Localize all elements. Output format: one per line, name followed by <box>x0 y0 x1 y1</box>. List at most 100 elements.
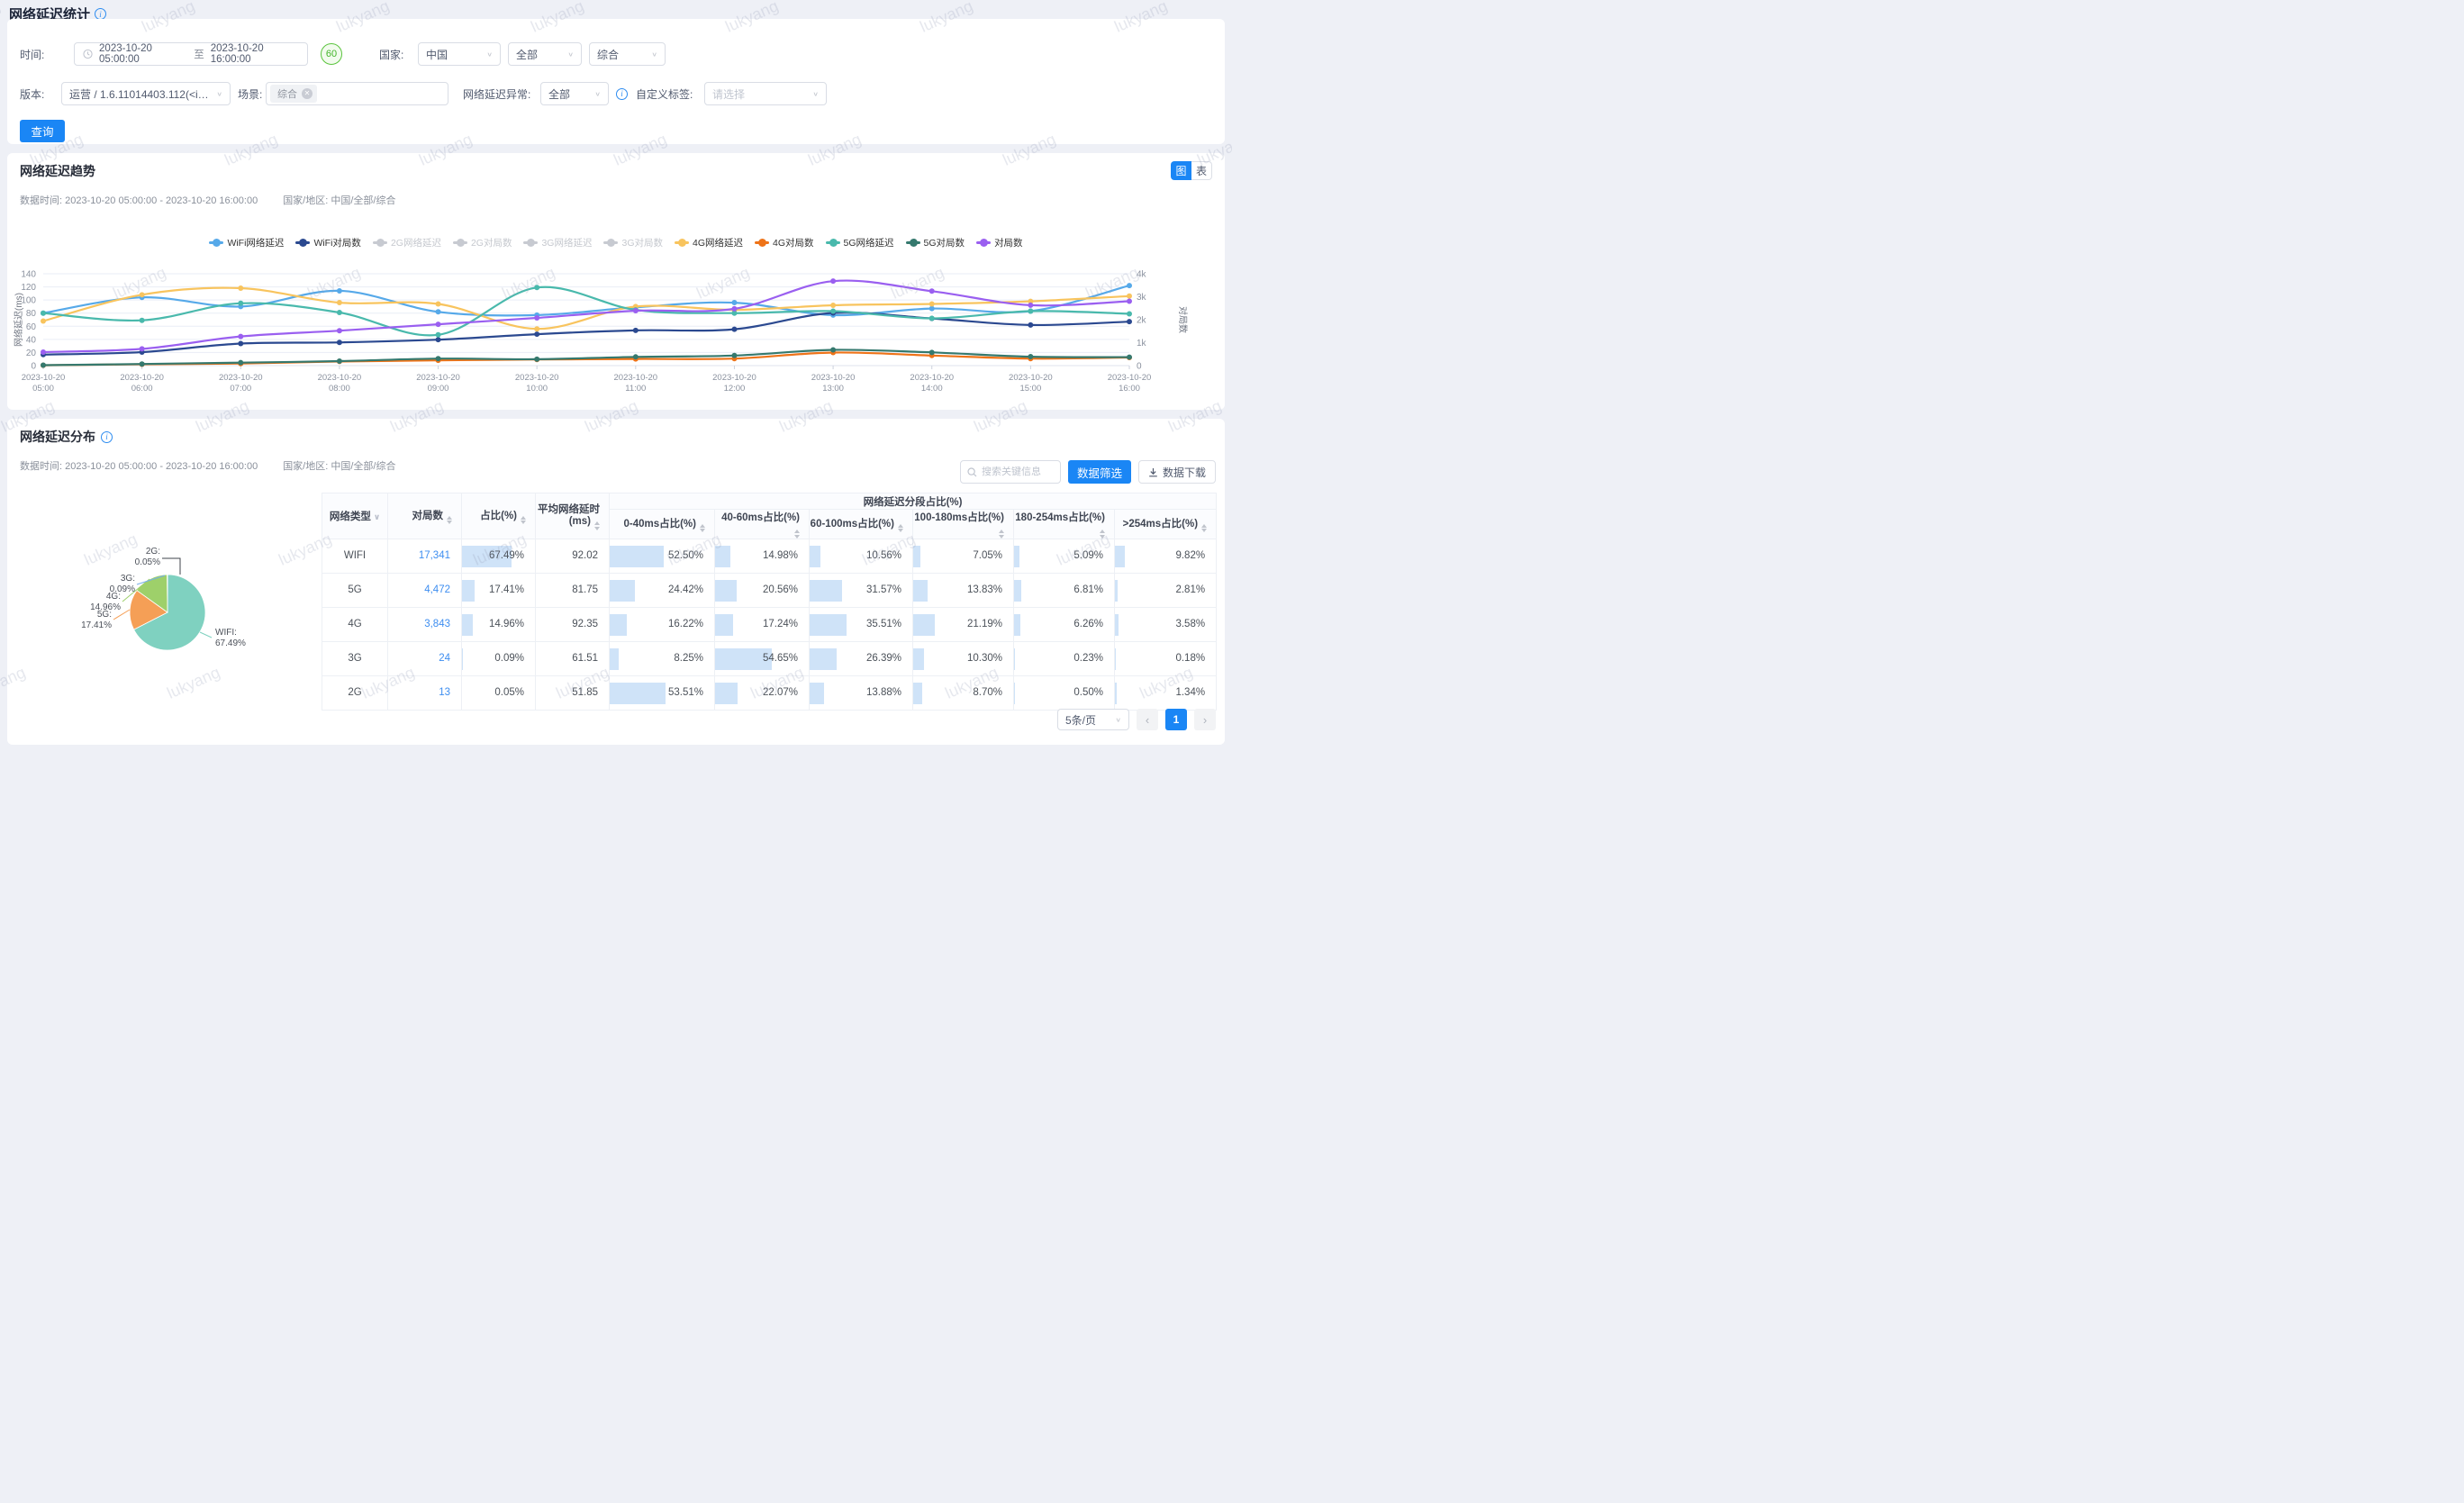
data-point-5G网络延迟[interactable] <box>830 309 836 314</box>
data-point-对局数[interactable] <box>337 328 342 333</box>
prev-page-button[interactable]: ‹ <box>1137 709 1158 730</box>
data-point-5G网络延迟[interactable] <box>929 316 935 321</box>
col-header-60-100ms[interactable]: 60-100ms占比(%) <box>810 510 913 539</box>
col-header-100-180ms[interactable]: 100-180ms占比(%) <box>913 510 1014 539</box>
data-point-对局数[interactable] <box>534 315 539 321</box>
cell-games-link[interactable]: 17,341 <box>388 539 462 573</box>
sort-icon[interactable] <box>898 524 903 533</box>
sort-icon[interactable] <box>794 530 800 539</box>
data-point-5G对局数[interactable] <box>633 354 639 359</box>
cell-games-link[interactable]: 4,472 <box>388 573 462 607</box>
network-type-pie-chart[interactable]: WIFI:67.49%5G:17.41%4G:14.96%3G:0.09%2G:… <box>58 534 355 719</box>
data-point-5G对局数[interactable] <box>534 357 539 362</box>
sort-icon[interactable] <box>999 530 1004 539</box>
cell-games-link[interactable]: 24 <box>388 641 462 675</box>
data-point-5G对局数[interactable] <box>337 358 342 364</box>
data-filter-button[interactable]: 数据筛选 <box>1068 460 1131 484</box>
legend-item-3G网络延迟[interactable]: 3G网络延迟 <box>523 236 592 249</box>
custom-tag-select[interactable]: 请选择∨ <box>704 82 827 105</box>
data-point-WiFi对局数[interactable] <box>1127 319 1132 324</box>
toggle-table-view[interactable]: 表 <box>1191 161 1212 180</box>
data-point-WiFi网络延迟[interactable] <box>731 300 737 305</box>
data-download-button[interactable]: 数据下载 <box>1138 460 1216 484</box>
col-header-0-40ms[interactable]: 0-40ms占比(%) <box>610 510 715 539</box>
data-point-5G网络延迟[interactable] <box>337 310 342 315</box>
data-point-对局数[interactable] <box>238 334 243 340</box>
data-point-WiFi对局数[interactable] <box>633 328 639 333</box>
legend-item-4G网络延迟[interactable]: 4G网络延迟 <box>675 236 743 249</box>
distribution-info-icon[interactable]: i <box>101 431 113 443</box>
search-input[interactable] <box>982 466 1054 477</box>
data-point-5G对局数[interactable] <box>1028 354 1033 359</box>
legend-item-2G对局数[interactable]: 2G对局数 <box>453 236 512 249</box>
latency-abnormal-select[interactable]: 全部∨ <box>540 82 609 105</box>
legend-item-WiFi网络延迟[interactable]: WiFi网络延迟 <box>209 236 284 249</box>
date-range-input[interactable]: 2023-10-20 05:00:00 至 2023-10-20 16:00:0… <box>74 42 308 66</box>
col-header-40-60ms[interactable]: 40-60ms占比(%) <box>715 510 810 539</box>
sort-icon[interactable] <box>1100 530 1105 539</box>
data-point-4G网络延迟[interactable] <box>337 300 342 305</box>
data-point-5G对局数[interactable] <box>929 349 935 355</box>
page-number-1[interactable]: 1 <box>1165 709 1187 730</box>
col-header-network-type[interactable]: 网络类型∨ <box>322 493 388 539</box>
page-size-select[interactable]: 5条/页∨ <box>1057 709 1129 730</box>
cell-games-link[interactable]: 13 <box>388 675 462 710</box>
data-point-WiFi网络延迟[interactable] <box>337 288 342 294</box>
data-point-5G网络延迟[interactable] <box>1028 309 1033 314</box>
data-point-5G对局数[interactable] <box>1127 355 1132 360</box>
data-point-5G对局数[interactable] <box>238 360 243 366</box>
legend-item-2G网络延迟[interactable]: 2G网络延迟 <box>373 236 441 249</box>
col-header-ratio[interactable]: 占比(%) <box>462 493 536 539</box>
data-point-5G网络延迟[interactable] <box>436 332 441 338</box>
legend-item-4G对局数[interactable]: 4G对局数 <box>755 236 814 249</box>
data-point-4G网络延迟[interactable] <box>830 303 836 308</box>
data-point-对局数[interactable] <box>830 278 836 284</box>
sort-icon[interactable] <box>447 516 452 525</box>
legend-item-WiFi对局数[interactable]: WiFi对局数 <box>295 236 361 249</box>
data-point-WiFi对局数[interactable] <box>436 337 441 342</box>
col-header-avg-latency[interactable]: 平均网络延时(ms) <box>536 493 610 539</box>
data-point-WiFi对局数[interactable] <box>534 331 539 337</box>
data-point-5G网络延迟[interactable] <box>534 285 539 290</box>
data-point-对局数[interactable] <box>436 321 441 327</box>
data-point-5G网络延迟[interactable] <box>1127 311 1132 316</box>
data-point-WiFi对局数[interactable] <box>238 341 243 347</box>
data-point-4G网络延迟[interactable] <box>929 302 935 307</box>
sort-icon[interactable] <box>1201 524 1207 533</box>
next-page-button[interactable]: › <box>1194 709 1216 730</box>
data-point-4G网络延迟[interactable] <box>1127 294 1132 299</box>
query-button[interactable]: 查询 <box>20 120 65 142</box>
remove-tag-icon[interactable]: ✕ <box>302 88 313 99</box>
legend-item-对局数[interactable]: 对局数 <box>976 236 1023 249</box>
data-point-WiFi网络延迟[interactable] <box>436 309 441 314</box>
region-select[interactable]: 全部∨ <box>508 42 582 66</box>
data-point-5G网络延迟[interactable] <box>238 301 243 306</box>
scene-tag-input[interactable]: 综合 ✕ <box>266 82 448 105</box>
data-point-对局数[interactable] <box>929 288 935 294</box>
data-point-对局数[interactable] <box>1127 298 1132 303</box>
data-point-对局数[interactable] <box>633 308 639 313</box>
data-point-WiFi对局数[interactable] <box>337 340 342 345</box>
sort-icon[interactable] <box>594 521 600 530</box>
data-point-5G网络延迟[interactable] <box>41 311 46 316</box>
data-point-5G对局数[interactable] <box>41 362 46 367</box>
data-point-WiFi对局数[interactable] <box>1028 322 1033 328</box>
data-point-5G对局数[interactable] <box>731 353 737 358</box>
col-header-180-254ms[interactable]: 180-254ms占比(%) <box>1014 510 1115 539</box>
data-point-WiFi对局数[interactable] <box>731 327 737 332</box>
legend-item-3G对局数[interactable]: 3G对局数 <box>603 236 663 249</box>
country-select[interactable]: 中国∨ <box>418 42 501 66</box>
trend-line-chart[interactable]: 02040608010012014001k2k3k4k2023-10-2005:… <box>13 250 1219 402</box>
data-point-对局数[interactable] <box>731 306 737 312</box>
data-point-4G网络延迟[interactable] <box>436 302 441 307</box>
data-point-4G网络延迟[interactable] <box>140 292 145 297</box>
data-point-4G网络延迟[interactable] <box>41 318 46 323</box>
abnormal-info-icon[interactable]: i <box>616 88 628 100</box>
col-header-games[interactable]: 对局数 <box>388 493 462 539</box>
data-point-对局数[interactable] <box>140 346 145 351</box>
cell-games-link[interactable]: 3,843 <box>388 607 462 641</box>
data-point-5G对局数[interactable] <box>830 348 836 353</box>
data-point-4G网络延迟[interactable] <box>534 326 539 331</box>
legend-item-5G网络延迟[interactable]: 5G网络延迟 <box>826 236 894 249</box>
version-select[interactable]: 运营 / 1.6.11014403.112(<img/sr...∨ <box>61 82 231 105</box>
